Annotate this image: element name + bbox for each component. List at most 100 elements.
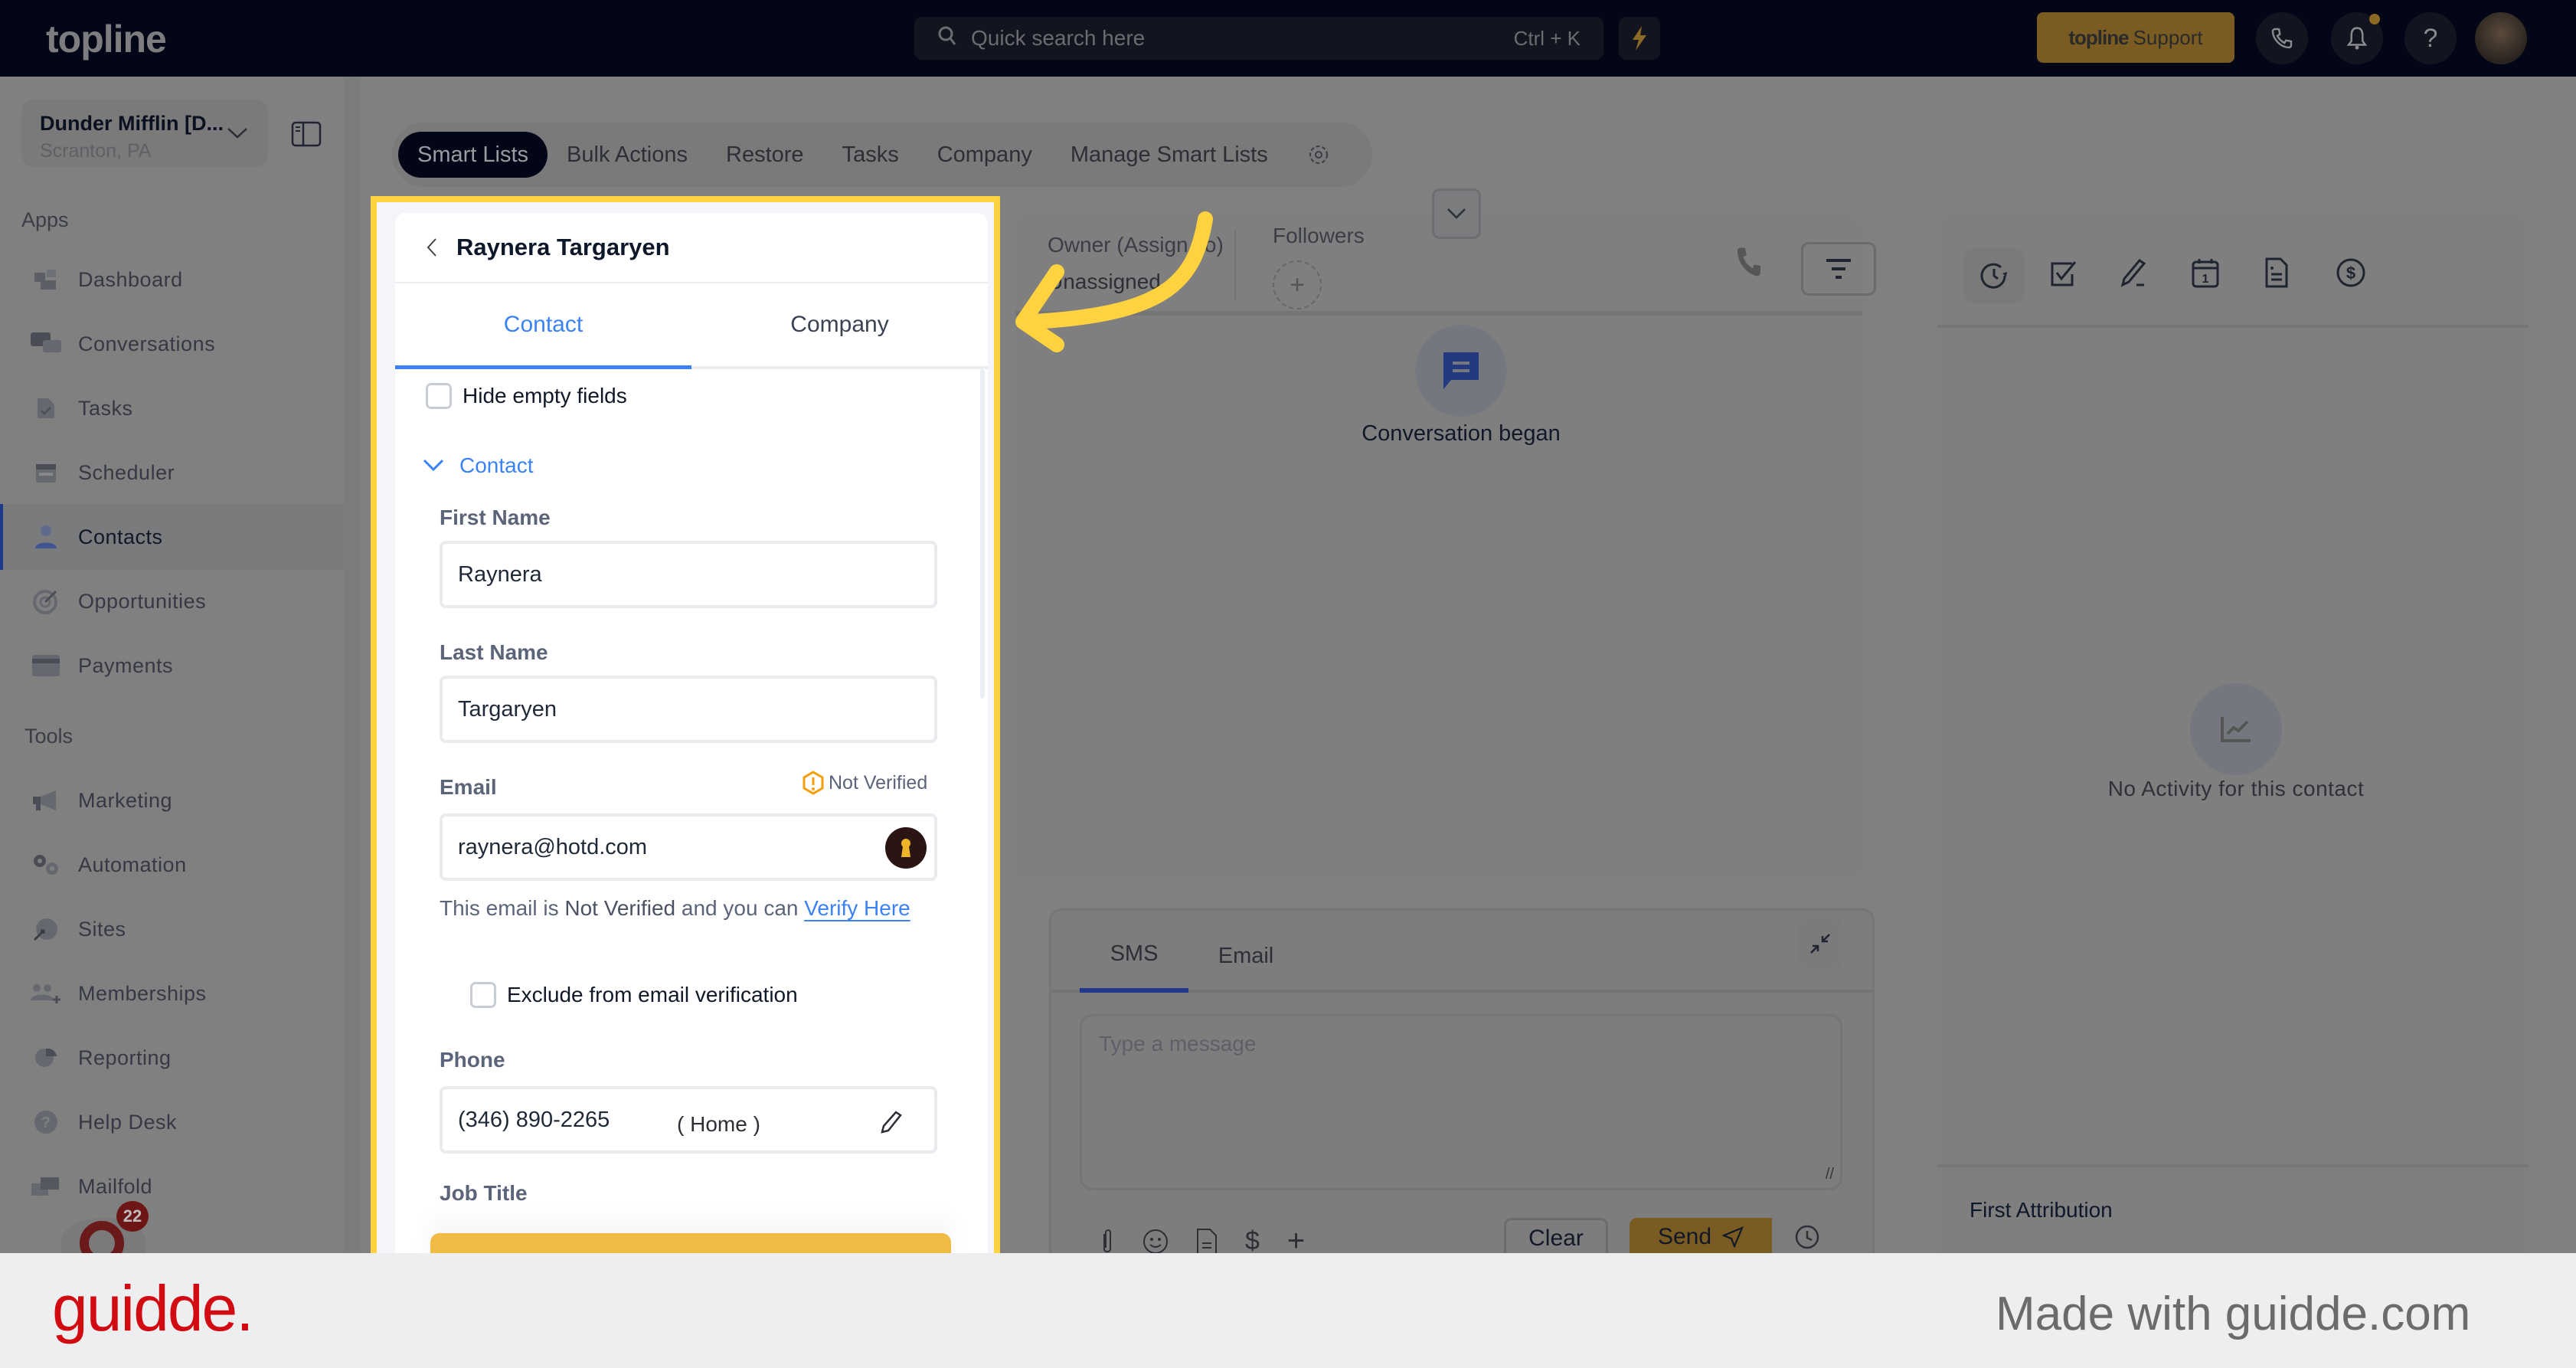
email-verification-status: Not Verified bbox=[803, 771, 927, 795]
tab-contact[interactable]: Contact bbox=[395, 283, 691, 369]
email-input[interactable]: raynera@hotd.com bbox=[440, 813, 937, 881]
phone-input[interactable]: (346) 890-2265 ( Home ) bbox=[440, 1086, 937, 1154]
composer-tab-sms[interactable]: SMS bbox=[1080, 919, 1188, 993]
dashboard-icon bbox=[31, 266, 61, 293]
hide-empty-checkbox[interactable] bbox=[426, 383, 452, 409]
scrollbar[interactable] bbox=[980, 369, 985, 699]
chart-trend-icon bbox=[2221, 717, 2251, 742]
unread-badge: 22 bbox=[116, 1201, 149, 1232]
tab-company[interactable]: Company bbox=[691, 283, 988, 366]
tab-tasks[interactable]: Tasks bbox=[823, 132, 918, 178]
call-button[interactable] bbox=[1734, 245, 1764, 283]
quick-search-input[interactable]: Quick search here Ctrl + K bbox=[914, 17, 1603, 60]
org-name: Dunder Mifflin [D... bbox=[40, 112, 224, 135]
sidebar-item-sites[interactable]: Sites bbox=[0, 896, 345, 962]
calendar-icon bbox=[31, 459, 61, 486]
sidebar-toggle-icon bbox=[291, 121, 322, 147]
tab-bulk-actions[interactable]: Bulk Actions bbox=[548, 132, 707, 178]
sidebar-item-conversations[interactable]: Conversations bbox=[0, 311, 345, 377]
task-icon bbox=[31, 394, 61, 422]
quick-action-button[interactable] bbox=[1619, 17, 1660, 60]
sidebar-item-scheduler[interactable]: Scheduler bbox=[0, 440, 345, 506]
phone-label: Phone bbox=[440, 1048, 505, 1072]
attachment-icon[interactable] bbox=[1100, 1228, 1115, 1255]
resize-handle-icon[interactable]: // bbox=[1826, 1166, 1834, 1183]
location-switcher[interactable]: Dunder Mifflin [D... Scranton, PA bbox=[21, 100, 268, 167]
org-location: Scranton, PA bbox=[40, 140, 152, 162]
sidebar-item-contacts[interactable]: Contacts bbox=[0, 504, 345, 570]
tab-manage-smart-lists[interactable]: Manage Smart Lists bbox=[1051, 132, 1287, 178]
chevron-down-icon bbox=[423, 459, 444, 472]
globe-icon bbox=[31, 915, 61, 943]
plus-icon: + bbox=[1290, 270, 1305, 299]
schedule-send-button[interactable] bbox=[1772, 1218, 1842, 1256]
send-button[interactable]: Send bbox=[1630, 1218, 1772, 1256]
sidebar-item-tasks[interactable]: Tasks bbox=[0, 375, 345, 441]
last-name-input[interactable]: Targaryen bbox=[440, 676, 937, 743]
collapse-sidebar-button[interactable] bbox=[291, 121, 322, 151]
tasks-tab[interactable] bbox=[2049, 259, 2077, 292]
sidebar-item-opportunities[interactable]: Opportunities bbox=[0, 568, 345, 634]
template-icon[interactable] bbox=[1196, 1228, 1218, 1255]
bolt-icon bbox=[1633, 26, 1646, 51]
back-chevron-icon[interactable] bbox=[426, 237, 438, 257]
message-input[interactable]: Type a message // bbox=[1080, 1014, 1842, 1190]
send-icon bbox=[1722, 1226, 1744, 1248]
contact-name: Raynera Targaryen bbox=[456, 234, 670, 260]
tab-smart-lists[interactable]: Smart Lists bbox=[398, 132, 548, 178]
clear-button[interactable]: Clear bbox=[1504, 1218, 1608, 1256]
phone-button[interactable] bbox=[2256, 12, 2308, 64]
edit-pencil-icon[interactable] bbox=[879, 1109, 902, 1135]
exclude-verification-checkbox[interactable] bbox=[470, 982, 496, 1008]
tab-restore[interactable]: Restore bbox=[707, 132, 823, 178]
notification-dot bbox=[2369, 14, 2380, 25]
phone-type: ( Home ) bbox=[677, 1112, 760, 1136]
calendar-icon: 1 bbox=[2192, 259, 2219, 288]
verify-here-link[interactable]: Verify Here bbox=[804, 896, 910, 920]
conversation-event-text: Conversation began bbox=[1362, 421, 1561, 446]
composer-tab-email[interactable]: Email bbox=[1204, 919, 1288, 993]
sidebar-item-help-desk[interactable]: ? Help Desk bbox=[0, 1089, 345, 1155]
tab-settings[interactable] bbox=[1287, 132, 1350, 178]
app-logo[interactable]: topline bbox=[46, 17, 167, 61]
sidebar-item-memberships[interactable]: Memberships bbox=[0, 961, 345, 1026]
help-button[interactable]: ? bbox=[2404, 12, 2457, 64]
sidebar-item-dashboard[interactable]: Dashboard bbox=[0, 247, 345, 313]
password-manager-icon[interactable] bbox=[885, 827, 927, 869]
emoji-icon[interactable] bbox=[1143, 1229, 1169, 1255]
empty-activity-badge bbox=[2190, 683, 2282, 775]
svg-text:$: $ bbox=[2346, 263, 2355, 283]
sidebar-item-mailfold[interactable]: Mailfold bbox=[0, 1154, 345, 1219]
first-name-label: First Name bbox=[440, 506, 551, 529]
sidebar-item-payments[interactable]: Payments bbox=[0, 633, 345, 699]
guidde-logo: guidde. bbox=[52, 1272, 254, 1344]
support-button[interactable]: topline Support bbox=[2037, 12, 2234, 63]
no-activity-text: No Activity for this contact bbox=[2107, 777, 2365, 800]
activity-history-tab[interactable] bbox=[1963, 248, 2025, 303]
made-with-text: Made with guidde.com bbox=[1996, 1288, 2471, 1340]
search-shortcut: Ctrl + K bbox=[1513, 26, 1581, 50]
exclude-verification-toggle[interactable]: Exclude from email verification bbox=[470, 982, 798, 1008]
message-icon bbox=[1443, 352, 1479, 389]
notes-tab[interactable] bbox=[2120, 257, 2150, 292]
svg-text:1: 1 bbox=[2202, 273, 2209, 286]
sidebar-item-marketing[interactable]: Marketing bbox=[0, 767, 345, 833]
filter-button[interactable] bbox=[1801, 242, 1876, 296]
contact-section-toggle[interactable]: Contact bbox=[423, 453, 534, 478]
payments-tab[interactable]: $ bbox=[2336, 257, 2366, 292]
documents-tab[interactable] bbox=[2264, 257, 2290, 292]
warning-hexagon-icon bbox=[803, 771, 824, 795]
expand-header-button[interactable] bbox=[1432, 188, 1481, 239]
tab-company[interactable]: Company bbox=[918, 132, 1051, 178]
appointments-tab[interactable]: 1 bbox=[2192, 257, 2219, 292]
user-avatar[interactable] bbox=[2475, 12, 2527, 64]
add-follower-button[interactable]: + bbox=[1273, 260, 1322, 309]
hide-empty-fields-toggle[interactable]: Hide empty fields bbox=[426, 383, 627, 409]
first-name-input[interactable]: Raynera bbox=[440, 541, 937, 608]
document-icon bbox=[2265, 257, 2288, 288]
notifications-button[interactable] bbox=[2331, 12, 2383, 64]
sidebar-item-automation[interactable]: Automation bbox=[0, 832, 345, 898]
collapse-composer-button[interactable] bbox=[1798, 919, 1842, 968]
dollar-icon[interactable]: $ bbox=[1245, 1226, 1260, 1256]
sidebar-item-reporting[interactable]: Reporting bbox=[0, 1025, 345, 1091]
